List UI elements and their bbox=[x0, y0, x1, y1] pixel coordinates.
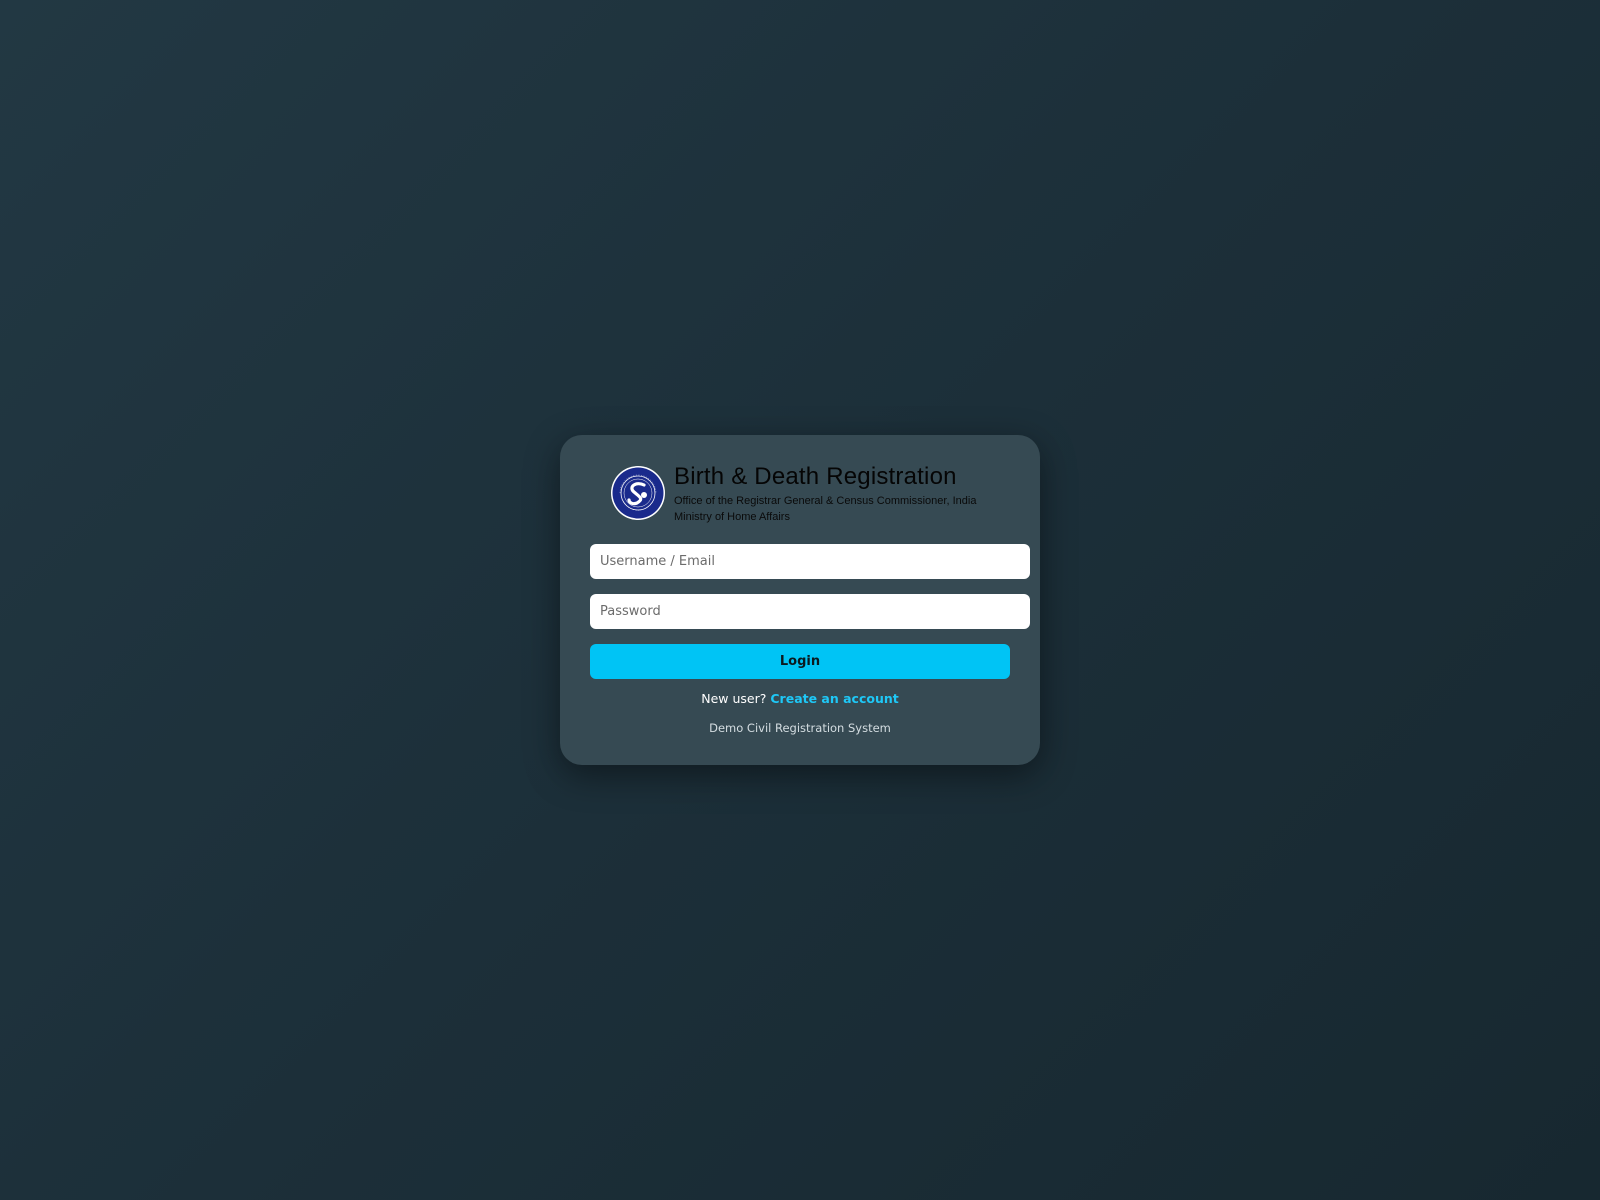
brand-subtitle-ministry: Ministry of Home Affairs bbox=[674, 511, 790, 523]
footer-note: Demo Civil Registration System bbox=[709, 721, 891, 735]
brand-subtitle-office: Office of the Registrar General & Census… bbox=[674, 495, 977, 507]
signup-prompt-text: New user? bbox=[701, 691, 767, 706]
username-email-field[interactable] bbox=[590, 544, 1030, 579]
signup-prompt: New user? Create an account bbox=[560, 691, 1040, 706]
registrar-general-emblem-icon bbox=[611, 466, 665, 520]
create-account-link[interactable]: Create an account bbox=[770, 691, 898, 706]
login-card: Birth & Death Registration Office of the… bbox=[560, 435, 1040, 765]
brand-title: Birth & Death Registration bbox=[674, 463, 957, 490]
login-button[interactable]: Login bbox=[590, 644, 1010, 679]
password-field[interactable] bbox=[590, 594, 1030, 629]
brand-header: Birth & Death Registration Office of the… bbox=[610, 463, 1010, 525]
